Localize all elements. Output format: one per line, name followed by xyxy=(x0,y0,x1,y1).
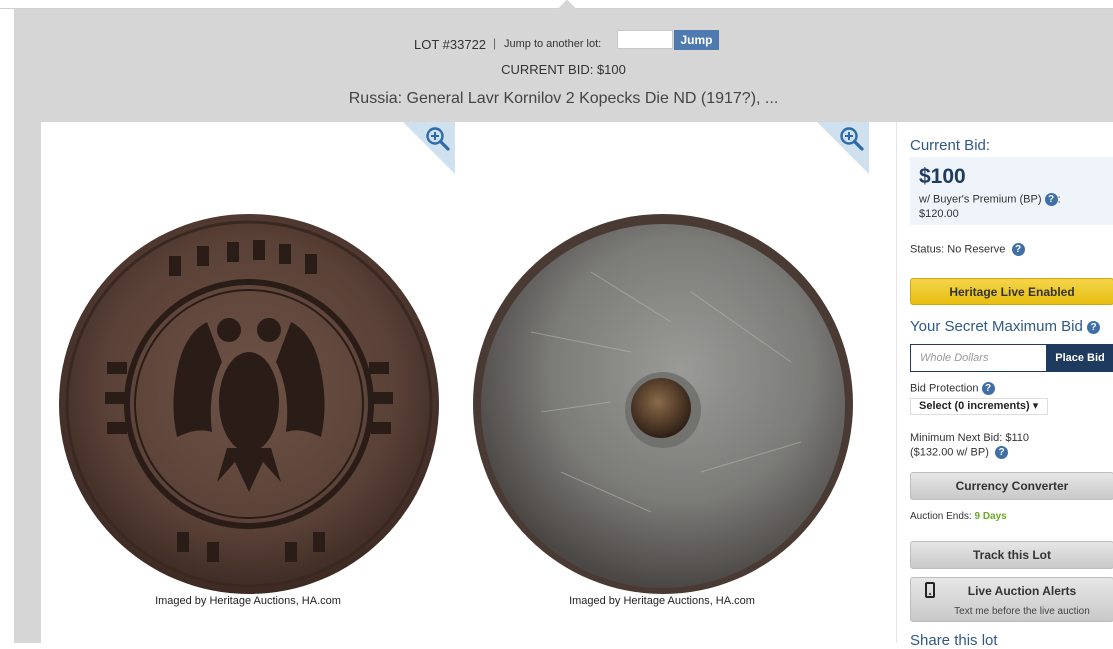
help-icon[interactable]: ? xyxy=(1011,243,1025,256)
coin-image-obverse[interactable]: Imaged by Heritage Auctions, HA.com xyxy=(41,122,455,643)
current-bid-value: $100 xyxy=(919,165,966,188)
image-caption: Imaged by Heritage Auctions, HA.com xyxy=(155,595,341,607)
bid-sidebar: Current Bid: $100 w/ Buyer's Premium (BP… xyxy=(896,122,1113,649)
buyers-premium-colon: : xyxy=(1057,193,1061,206)
auction-ends-value: 9 Days xyxy=(974,511,1007,522)
lot-title: Russia: General Lavr Kornilov 2 Kopecks … xyxy=(348,90,779,107)
lot-navigation: LOT #33722 | Jump to another lot: Jump xyxy=(14,30,1113,52)
jump-button[interactable]: Jump xyxy=(674,30,719,50)
secret-max-bid-label: Your Secret Maximum Bid xyxy=(910,318,1083,335)
coin-reverse-graphic xyxy=(473,214,853,594)
heritage-live-button[interactable]: Heritage Live Enabled xyxy=(910,278,1113,305)
current-bid-label: Current Bid: xyxy=(910,137,991,154)
track-lot-button[interactable]: Track this Lot xyxy=(910,541,1113,569)
lot-number: LOT #33722 xyxy=(414,37,487,52)
coin-image-reverse[interactable]: Imaged by Heritage Auctions, HA.com xyxy=(455,122,869,643)
jump-lot-input[interactable] xyxy=(617,30,673,49)
buyers-premium-label: w/ Buyer's Premium (BP) xyxy=(919,193,1042,206)
minimum-next-bid-bp-text: ($132.00 w/ BP) xyxy=(910,446,989,459)
help-icon[interactable]: ? xyxy=(1044,193,1058,206)
reserve-status: Status: No Reserve ? xyxy=(910,243,1025,256)
help-icon[interactable]: ? xyxy=(995,446,1008,459)
bid-protection-label: Bid Protection xyxy=(910,382,979,395)
lot-overlay: LOT #33722 | Jump to another lot: Jump C… xyxy=(14,9,1113,649)
minimum-next-bid: Minimum Next Bid: $110 xyxy=(910,432,1030,444)
auction-ends: Auction Ends: 9 Days xyxy=(910,511,1007,522)
buyers-premium-value: $120.00 xyxy=(919,208,959,220)
bid-protection: Bid Protection ? xyxy=(910,382,995,395)
place-bid-button[interactable]: Place Bid xyxy=(1046,344,1113,372)
zoom-corner[interactable] xyxy=(817,122,869,174)
live-auction-alerts-button[interactable]: Live Auction Alerts Text me before the l… xyxy=(910,577,1113,622)
zoom-corner[interactable] xyxy=(403,122,455,174)
separator: | xyxy=(493,36,497,50)
buyers-premium-line: w/ Buyer's Premium (BP) ?: xyxy=(919,193,1061,206)
lot-content-panel: Imaged by Heritage Auctions, HA.com Imag… xyxy=(41,122,1113,649)
currency-converter-button[interactable]: Currency Converter xyxy=(910,472,1113,500)
zoom-in-icon[interactable] xyxy=(425,126,451,152)
alerts-subtitle: Text me before the live auction xyxy=(954,606,1090,617)
current-bid-box: $100 w/ Buyer's Premium (BP) ?: $120.00 xyxy=(910,157,1113,225)
status-text: Status: No Reserve xyxy=(910,243,1006,256)
image-caption: Imaged by Heritage Auctions, HA.com xyxy=(569,595,755,607)
coin-obverse-graphic xyxy=(59,214,439,594)
minimum-next-bid-bp: ($132.00 w/ BP) ? xyxy=(910,446,1008,459)
help-icon[interactable]: ? xyxy=(1087,320,1101,334)
max-bid-input[interactable]: Whole Dollars xyxy=(910,344,1047,372)
auction-ends-label: Auction Ends: xyxy=(910,511,972,522)
secret-max-bid-heading: Your Secret Maximum Bid ? xyxy=(910,318,1101,335)
jump-label: Jump to another lot: xyxy=(504,38,602,50)
help-icon[interactable]: ? xyxy=(981,382,995,395)
alerts-title: Live Auction Alerts xyxy=(967,584,1077,598)
increments-select[interactable]: Select (0 increments) ▾ xyxy=(910,398,1048,415)
zoom-in-icon[interactable] xyxy=(839,126,865,152)
share-lot-heading: Share this lot xyxy=(910,632,998,649)
current-bid-header: CURRENT BID: $100 xyxy=(501,62,626,77)
top-strip xyxy=(0,0,1113,9)
